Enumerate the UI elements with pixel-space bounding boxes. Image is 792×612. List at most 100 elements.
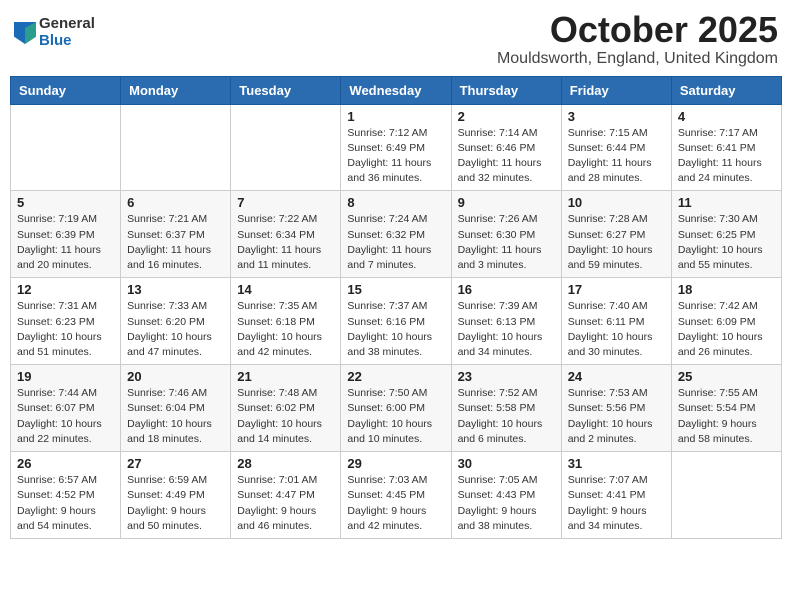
day-detail: Sunrise: 7:53 AM Sunset: 5:56 PM Dayligh… [568, 386, 665, 447]
day-detail: Sunrise: 7:46 AM Sunset: 6:04 PM Dayligh… [127, 386, 224, 447]
day-number: 27 [127, 456, 224, 471]
day-number: 4 [678, 109, 775, 124]
calendar-cell: 30 Sunrise: 7:05 AM Sunset: 4:43 PM Dayli… [451, 452, 561, 539]
calendar-cell: 6 Sunrise: 7:21 AM Sunset: 6:37 PM Daylig… [121, 191, 231, 278]
calendar-cell: 21 Sunrise: 7:48 AM Sunset: 6:02 PM Dayli… [231, 365, 341, 452]
day-number: 9 [458, 195, 555, 210]
day-number: 20 [127, 369, 224, 384]
title-area: October 2025 Mouldsworth, England, Unite… [497, 10, 778, 68]
calendar-cell: 14 Sunrise: 7:35 AM Sunset: 6:18 PM Dayli… [231, 278, 341, 365]
calendar-cell: 10 Sunrise: 7:28 AM Sunset: 6:27 PM Dayli… [561, 191, 671, 278]
day-detail: Sunrise: 7:37 AM Sunset: 6:16 PM Dayligh… [347, 299, 444, 360]
calendar-cell: 11 Sunrise: 7:30 AM Sunset: 6:25 PM Dayli… [671, 191, 781, 278]
day-number: 30 [458, 456, 555, 471]
logo: General Blue [14, 16, 95, 49]
calendar-header-row: SundayMondayTuesdayWednesdayThursdayFrid… [11, 76, 782, 104]
calendar-cell: 2 Sunrise: 7:14 AM Sunset: 6:46 PM Daylig… [451, 104, 561, 191]
calendar-cell: 5Sunrise: 7:19 AM Sunset: 6:39 PM Daylig… [11, 191, 121, 278]
calendar-cell: 4 Sunrise: 7:17 AM Sunset: 6:41 PM Daylig… [671, 104, 781, 191]
logo-general-text: General [39, 16, 95, 33]
day-detail: Sunrise: 7:17 AM Sunset: 6:41 PM Dayligh… [678, 126, 775, 187]
calendar-cell: 28Sunrise: 7:01 AM Sunset: 4:47 PM Dayli… [231, 452, 341, 539]
day-detail: Sunrise: 7:21 AM Sunset: 6:37 PM Dayligh… [127, 212, 224, 273]
day-detail: Sunrise: 7:26 AM Sunset: 6:30 PM Dayligh… [458, 212, 555, 273]
calendar-cell: 9 Sunrise: 7:26 AM Sunset: 6:30 PM Daylig… [451, 191, 561, 278]
day-number: 19 [17, 369, 114, 384]
day-number: 26 [17, 456, 114, 471]
day-detail: Sunrise: 7:15 AM Sunset: 6:44 PM Dayligh… [568, 126, 665, 187]
day-number: 14 [237, 282, 334, 297]
day-detail: Sunrise: 7:42 AM Sunset: 6:09 PM Dayligh… [678, 299, 775, 360]
calendar-cell: 29Sunrise: 7:03 AM Sunset: 4:45 PM Dayli… [341, 452, 451, 539]
day-number: 12 [17, 282, 114, 297]
calendar-cell: 31Sunrise: 7:07 AM Sunset: 4:41 PM Dayli… [561, 452, 671, 539]
logo-blue-text: Blue [39, 33, 95, 50]
calendar-cell: 3 Sunrise: 7:15 AM Sunset: 6:44 PM Daylig… [561, 104, 671, 191]
day-number: 8 [347, 195, 444, 210]
day-number: 18 [678, 282, 775, 297]
day-number: 23 [458, 369, 555, 384]
day-detail: Sunrise: 7:35 AM Sunset: 6:18 PM Dayligh… [237, 299, 334, 360]
day-detail: Sunrise: 7:01 AM Sunset: 4:47 PM Dayligh… [237, 473, 334, 534]
day-number: 11 [678, 195, 775, 210]
calendar-cell: 25Sunrise: 7:55 AM Sunset: 5:54 PM Dayli… [671, 365, 781, 452]
day-detail: Sunrise: 6:59 AM Sunset: 4:49 PM Dayligh… [127, 473, 224, 534]
day-detail: Sunrise: 7:39 AM Sunset: 6:13 PM Dayligh… [458, 299, 555, 360]
day-number: 1 [347, 109, 444, 124]
day-detail: Sunrise: 7:07 AM Sunset: 4:41 PM Dayligh… [568, 473, 665, 534]
calendar-week-row: 19 Sunrise: 7:44 AM Sunset: 6:07 PM Dayli… [11, 365, 782, 452]
day-number: 6 [127, 195, 224, 210]
day-detail: Sunrise: 7:48 AM Sunset: 6:02 PM Dayligh… [237, 386, 334, 447]
day-detail: Sunrise: 7:03 AM Sunset: 4:45 PM Dayligh… [347, 473, 444, 534]
calendar-cell: 19 Sunrise: 7:44 AM Sunset: 6:07 PM Dayli… [11, 365, 121, 452]
day-number: 16 [458, 282, 555, 297]
day-of-week-header: Saturday [671, 76, 781, 104]
calendar-cell: 26 Sunrise: 6:57 AM Sunset: 4:52 PM Dayli… [11, 452, 121, 539]
month-title: October 2025 [497, 10, 778, 50]
calendar-cell: 7Sunrise: 7:22 AM Sunset: 6:34 PM Daylig… [231, 191, 341, 278]
calendar-cell: 1Sunrise: 7:12 AM Sunset: 6:49 PM Daylig… [341, 104, 451, 191]
day-detail: Sunrise: 7:50 AM Sunset: 6:00 PM Dayligh… [347, 386, 444, 447]
day-number: 2 [458, 109, 555, 124]
calendar-cell: 13 Sunrise: 7:33 AM Sunset: 6:20 PM Dayli… [121, 278, 231, 365]
calendar-cell: 22 Sunrise: 7:50 AM Sunset: 6:00 PM Dayli… [341, 365, 451, 452]
day-number: 21 [237, 369, 334, 384]
day-of-week-header: Monday [121, 76, 231, 104]
day-of-week-header: Wednesday [341, 76, 451, 104]
day-of-week-header: Thursday [451, 76, 561, 104]
day-detail: Sunrise: 7:55 AM Sunset: 5:54 PM Dayligh… [678, 386, 775, 447]
day-detail: Sunrise: 7:24 AM Sunset: 6:32 PM Dayligh… [347, 212, 444, 273]
day-of-week-header: Friday [561, 76, 671, 104]
day-number: 13 [127, 282, 224, 297]
calendar-week-row: 26 Sunrise: 6:57 AM Sunset: 4:52 PM Dayli… [11, 452, 782, 539]
calendar-cell [671, 452, 781, 539]
day-number: 17 [568, 282, 665, 297]
calendar-cell: 17 Sunrise: 7:40 AM Sunset: 6:11 PM Dayli… [561, 278, 671, 365]
calendar-cell: 20 Sunrise: 7:46 AM Sunset: 6:04 PM Dayli… [121, 365, 231, 452]
day-detail: Sunrise: 7:31 AM Sunset: 6:23 PM Dayligh… [17, 299, 114, 360]
logo-icon [14, 22, 36, 44]
day-detail: Sunrise: 7:05 AM Sunset: 4:43 PM Dayligh… [458, 473, 555, 534]
calendar-cell: 16 Sunrise: 7:39 AM Sunset: 6:13 PM Dayli… [451, 278, 561, 365]
day-number: 22 [347, 369, 444, 384]
calendar-cell [231, 104, 341, 191]
day-detail: Sunrise: 6:57 AM Sunset: 4:52 PM Dayligh… [17, 473, 114, 534]
calendar-cell: 12 Sunrise: 7:31 AM Sunset: 6:23 PM Dayli… [11, 278, 121, 365]
location-subtitle: Mouldsworth, England, United Kingdom [497, 50, 778, 68]
day-detail: Sunrise: 7:22 AM Sunset: 6:34 PM Dayligh… [237, 212, 334, 273]
calendar-cell [11, 104, 121, 191]
day-detail: Sunrise: 7:19 AM Sunset: 6:39 PM Dayligh… [17, 212, 114, 273]
day-detail: Sunrise: 7:40 AM Sunset: 6:11 PM Dayligh… [568, 299, 665, 360]
calendar-week-row: 1Sunrise: 7:12 AM Sunset: 6:49 PM Daylig… [11, 104, 782, 191]
day-number: 3 [568, 109, 665, 124]
day-detail: Sunrise: 7:44 AM Sunset: 6:07 PM Dayligh… [17, 386, 114, 447]
day-of-week-header: Sunday [11, 76, 121, 104]
day-detail: Sunrise: 7:30 AM Sunset: 6:25 PM Dayligh… [678, 212, 775, 273]
day-detail: Sunrise: 7:14 AM Sunset: 6:46 PM Dayligh… [458, 126, 555, 187]
day-number: 10 [568, 195, 665, 210]
calendar-cell: 23Sunrise: 7:52 AM Sunset: 5:58 PM Dayli… [451, 365, 561, 452]
day-detail: Sunrise: 7:33 AM Sunset: 6:20 PM Dayligh… [127, 299, 224, 360]
calendar-cell: 18 Sunrise: 7:42 AM Sunset: 6:09 PM Dayli… [671, 278, 781, 365]
day-detail: Sunrise: 7:28 AM Sunset: 6:27 PM Dayligh… [568, 212, 665, 273]
day-number: 15 [347, 282, 444, 297]
